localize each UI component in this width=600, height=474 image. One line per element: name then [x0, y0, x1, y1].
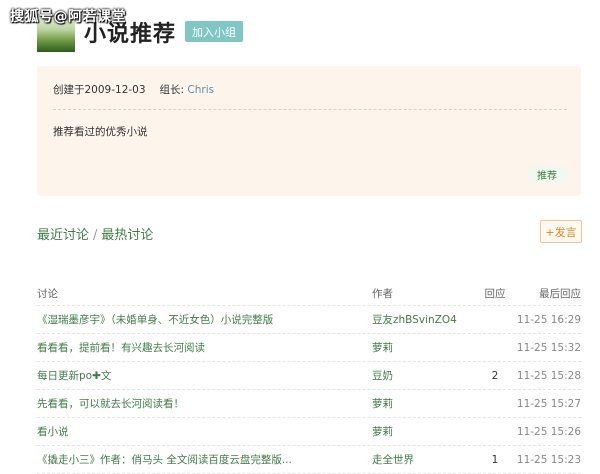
join-group-button[interactable]: 加入小组: [185, 21, 243, 42]
header-last-reply: 最后回应: [539, 287, 581, 300]
topic-reply-count: [477, 306, 513, 333]
topic-last-reply: 11-25 15:32: [516, 341, 581, 354]
group-description: 推荐看过的优秀小说: [53, 126, 148, 138]
recommend-button[interactable]: 推荐: [527, 166, 567, 183]
topic-title-link[interactable]: 每日更新po✚文: [37, 362, 367, 389]
table-row: 《湿瑞墨彦宇》（未婚单身、不近女色）小说完整版 豆友zhBSvinZO4 11-…: [37, 306, 581, 334]
header-replies: 回应: [484, 287, 506, 300]
group-meta: 创建于2009-12-03 组长: Chris: [53, 82, 214, 97]
topic-title-link[interactable]: 《湿瑞墨彦宇》（未婚单身、不近女色）小说完整版: [37, 306, 367, 333]
header-author: 作者: [372, 287, 393, 300]
topic-author-link[interactable]: 豆奶: [372, 362, 472, 389]
table-row: 每日更新po✚文 豆奶 2 11-25 15:28: [37, 362, 581, 390]
table-row: 先看看，可以就去长河阅读看！ 萝莉 11-25 15:27: [37, 390, 581, 418]
topic-title-link[interactable]: 看看看，提前看！有兴趣去长河阅读: [37, 334, 367, 361]
table-row: 看小说 萝莉 11-25 15:26: [37, 418, 581, 446]
topic-title-link[interactable]: 先看看，可以就去长河阅读看！: [37, 390, 367, 417]
topic-last-reply: 11-25 15:28: [516, 369, 581, 382]
group-info-panel: 创建于2009-12-03 组长: Chris 推荐看过的优秀小说 推荐: [37, 66, 581, 196]
table-row: 看看看，提前看！有兴趣去长河阅读 萝莉 11-25 15:32: [37, 334, 581, 362]
topic-last-reply: 11-25 15:26: [516, 425, 581, 438]
tab-recent[interactable]: 最近讨论: [37, 228, 89, 243]
topic-author-link[interactable]: 萝莉: [372, 390, 472, 417]
watermark: 搜狐号@阿若课堂: [10, 9, 126, 25]
info-divider: [53, 109, 567, 110]
topic-reply-count: 2: [491, 369, 499, 382]
topic-reply-count: [477, 418, 513, 445]
topic-author-link[interactable]: 萝莉: [372, 334, 472, 361]
topic-author-link[interactable]: 萝莉: [372, 418, 472, 445]
post-button[interactable]: +发言: [540, 220, 582, 243]
tab-hot[interactable]: 最热讨论: [101, 228, 153, 243]
tab-separator: /: [93, 228, 98, 243]
topic-author-link[interactable]: 豆友zhBSvinZO4: [372, 306, 472, 333]
created-date: 创建于2009-12-03: [53, 84, 146, 96]
topic-title-link[interactable]: 看小说: [37, 418, 367, 445]
leader-link[interactable]: Chris: [187, 84, 214, 96]
leader-label: 组长:: [159, 84, 185, 96]
table-header: 讨论 作者 回应 最后回应: [37, 281, 581, 306]
topic-table: 讨论 作者 回应 最后回应 《湿瑞墨彦宇》（未婚单身、不近女色）小说完整版 豆友…: [37, 281, 581, 474]
topic-last-reply: 11-25 15:27: [516, 397, 581, 410]
topic-last-reply: 11-25 16:29: [516, 313, 581, 326]
header-title: 讨论: [37, 287, 58, 300]
discussion-tabs: 最近讨论 / 最热讨论: [37, 224, 153, 243]
table-row: 《撬走小三》作者：俏马头 全文阅读百度云盘完整版... 走全世界 1 11-25…: [37, 446, 581, 474]
topic-reply-count: [477, 390, 513, 417]
topic-reply-count: [477, 334, 513, 361]
